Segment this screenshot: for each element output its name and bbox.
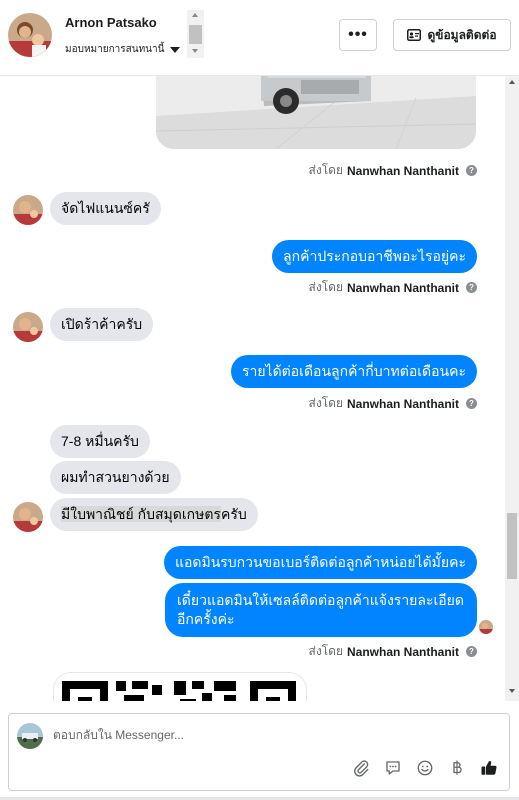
sent-by-prefix: ส่งโดย xyxy=(308,644,343,658)
help-icon[interactable]: ? xyxy=(466,282,477,293)
message-text: ครับ xyxy=(220,506,247,522)
help-icon[interactable]: ? xyxy=(466,165,477,176)
assign-conversation-dropdown[interactable]: มอบหมายการสนทนานี้ xyxy=(65,42,181,57)
contact-avatar[interactable] xyxy=(8,13,52,57)
outgoing-message[interactable]: เดี๋ยวแอดมินให้เซลล์ติดต่อลูกค้าแจ้งรายล… xyxy=(165,583,477,637)
shared-car-photo[interactable] xyxy=(156,76,476,149)
composer-toolbar xyxy=(351,758,499,778)
sent-by-label: ส่งโดย Nanwhan Nanthanit ? xyxy=(309,278,477,297)
page-avatar xyxy=(17,723,43,749)
scroll-up-arrow-icon[interactable] xyxy=(192,13,198,17)
scroll-down-arrow-icon[interactable] xyxy=(192,49,198,53)
sender-name[interactable]: Nanwhan Nanthanit xyxy=(347,645,459,659)
read-receipt-avatar xyxy=(479,620,493,634)
assign-label: มอบหมายการสนทนานี้ xyxy=(65,44,165,55)
incoming-avatar[interactable] xyxy=(13,195,43,225)
header-scrollbar[interactable] xyxy=(187,10,204,58)
incoming-message[interactable]: มีใบพาณิชย์ กับสมุดเกษตรครับ xyxy=(50,498,258,531)
sent-by-label: ส่งโดย Nanwhan Nanthanit ? xyxy=(309,394,477,413)
view-contact-info-button[interactable]: ดูข้อมูลติดต่อ xyxy=(393,19,511,51)
selected-text[interactable]: มีใบพาณิชย์ กับสมุดเกษตร xyxy=(61,506,221,522)
qr-code-image[interactable] xyxy=(53,672,307,701)
incoming-message[interactable]: 7-8 หมื่นครับ xyxy=(50,425,150,458)
help-icon[interactable]: ? xyxy=(466,398,477,409)
contact-name[interactable]: Arnon Patsako xyxy=(65,15,157,30)
sent-by-label: ส่งโดย Nanwhan Nanthanit ? xyxy=(309,642,477,661)
incoming-message[interactable]: เปิดร้าค้าครับ xyxy=(50,308,154,341)
chat-scrollbar[interactable] xyxy=(505,76,519,701)
sender-name[interactable]: Nanwhan Nanthanit xyxy=(347,164,459,178)
incoming-avatar[interactable] xyxy=(13,312,43,342)
sender-name[interactable]: Nanwhan Nanthanit xyxy=(347,281,459,295)
paperclip-icon[interactable] xyxy=(351,758,371,778)
scroll-thumb[interactable] xyxy=(189,25,202,44)
scroll-down-arrow-icon[interactable] xyxy=(509,689,515,693)
smiley-icon[interactable] xyxy=(415,758,435,778)
speech-bubble-icon[interactable] xyxy=(383,758,403,778)
scroll-thumb[interactable] xyxy=(507,513,517,579)
sent-by-label: ส่งโดย Nanwhan Nanthanit ? xyxy=(309,161,477,180)
thumbs-up-icon[interactable] xyxy=(479,758,499,778)
sender-name[interactable]: Nanwhan Nanthanit xyxy=(347,397,459,411)
sent-by-prefix: ส่งโดย xyxy=(308,396,343,410)
outgoing-message[interactable]: แอดมินรบกวนขอเบอร์ติดต่อลูกค้าหน่อยได้มั… xyxy=(163,546,477,579)
contact-info-label: ดูข้อมูลติดต่อ xyxy=(427,27,497,42)
contact-card-icon xyxy=(407,29,422,41)
incoming-message[interactable]: จัดไฟแนนซ์ครั xyxy=(50,192,161,225)
caret-down-icon xyxy=(170,46,181,53)
reply-input[interactable] xyxy=(53,728,493,742)
scroll-up-arrow-icon[interactable] xyxy=(509,80,515,84)
sent-by-prefix: ส่งโดย xyxy=(308,280,343,294)
incoming-avatar[interactable] xyxy=(13,502,43,532)
more-options-button[interactable]: ••• xyxy=(339,19,377,51)
outgoing-message[interactable]: ลูกค้าประกอบอาชีพอะไรอยู่คะ xyxy=(272,240,477,273)
conversation-header: Arnon Patsako มอบหมายการสนทนานี้ ••• ดูข… xyxy=(0,0,519,76)
help-icon[interactable]: ? xyxy=(466,646,477,657)
incoming-message[interactable]: ผมทำสวนยางด้วย xyxy=(50,461,181,494)
baht-icon[interactable] xyxy=(447,758,467,778)
outgoing-message[interactable]: รายได้ต่อเดือนลูกค้ากี่บาทต่อเดือนคะ xyxy=(230,355,477,388)
message-thread[interactable]: ส่งโดย Nanwhan Nanthanit ? จัดไฟแนนซ์ครั… xyxy=(0,76,505,701)
reply-composer[interactable] xyxy=(8,713,510,791)
sent-by-prefix: ส่งโดย xyxy=(308,163,343,177)
